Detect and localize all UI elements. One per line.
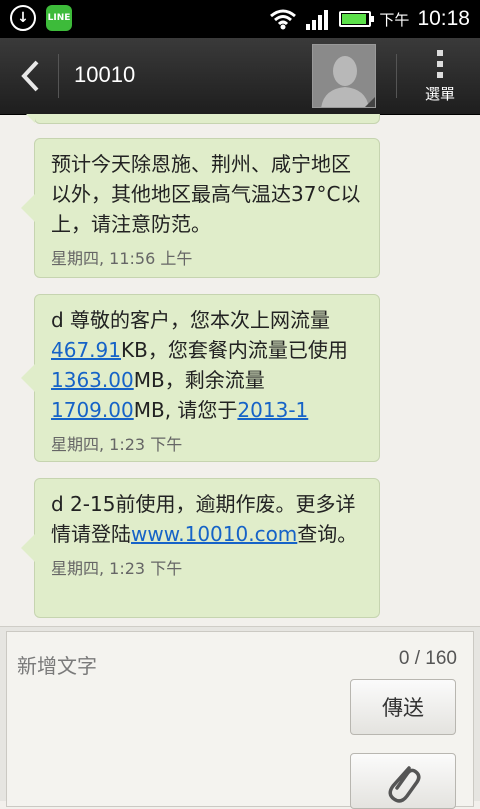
status-time: 10:18 (417, 7, 470, 30)
message-bubble[interactable]: d 2-15前使用，逾期作废。更多详情请登陆www.10010.com查询。 星… (21, 478, 380, 618)
conversation-header: 10010 選單 (0, 38, 480, 115)
menu-label: 選單 (424, 85, 455, 103)
message-bubble[interactable]: 预计今天除恩施、荆州、咸宁地区以外，其他地区最高气温达37°C以上，请注意防范。… (21, 138, 380, 278)
message-bubble[interactable]: d 尊敬的客户，您本次上网流量 467.91KB，您套餐内流量已使用 1363.00… (21, 294, 380, 462)
message-text: 预计今天除恩施、荆州、咸宁地区以外，其他地区最高气温达37°C以上，请注意防范。 (51, 149, 363, 239)
menu-button[interactable]: 選單 (410, 46, 470, 110)
header-divider (58, 54, 59, 98)
signal-icon (306, 10, 329, 30)
battery-fill (342, 14, 366, 24)
paperclip-icon (388, 766, 421, 803)
message-timestamp: 星期四, 11:56 上午 (51, 249, 193, 268)
line-app-label: LINE (47, 13, 71, 23)
status-bar: ↓ LINE 下午 10:18 (0, 0, 480, 38)
message-link[interactable]: 1363.00 (51, 368, 134, 392)
line-app-icon: LINE (46, 5, 72, 31)
message-text-segment: MB, 请您于 (133, 398, 238, 422)
message-bubble-partial (21, 114, 380, 124)
message-link[interactable]: 467.91 (51, 338, 121, 362)
compose-area: 新增文字 0 / 160 傳送 (0, 626, 480, 809)
overflow-menu-icon (410, 46, 470, 78)
message-link[interactable]: 2013-1 (237, 398, 308, 422)
character-counter: 0 / 160 (398, 648, 457, 669)
message-link[interactable]: 1709.00 (51, 398, 134, 422)
message-timestamp: 星期四, 1:23 下午 (51, 559, 183, 578)
message-text: d 尊敬的客户，您本次上网流量 467.91KB，您套餐内流量已使用 1363.00… (51, 305, 363, 425)
download-icon: ↓ (10, 5, 36, 31)
message-text-segment: 预计今天除恩施、荆州、咸宁地区以外，其他地区最高气温达37°C以上，请注意防范。 (51, 152, 361, 236)
message-list[interactable]: 预计今天除恩施、荆州、咸宁地区以外，其他地区最高气温达37°C以上，请注意防范。… (0, 114, 480, 626)
header-divider (396, 54, 397, 98)
message-input-placeholder: 新增文字 (17, 654, 97, 678)
message-text-segment: d 尊敬的客户，您本次上网流量 (51, 308, 331, 332)
send-button[interactable]: 傳送 (350, 679, 456, 735)
attach-button[interactable] (350, 753, 456, 809)
message-text-segment: KB，您套餐内流量已使用 (120, 338, 348, 362)
message-link[interactable]: www.10010.com (131, 522, 297, 546)
status-ampm: 下午 (379, 10, 410, 29)
message-text-segment: MB，剩余流量 (133, 368, 265, 392)
person-silhouette-icon (313, 45, 375, 107)
message-text-segment: 查询。 (297, 522, 358, 546)
message-text: d 2-15前使用，逾期作废。更多详情请登陆www.10010.com查询。 (51, 489, 363, 549)
conversation-title: 10010 (74, 62, 136, 87)
battery-icon (339, 11, 375, 27)
wifi-icon (270, 9, 297, 30)
message-timestamp: 星期四, 1:23 下午 (51, 435, 183, 454)
chevron-left-icon (21, 60, 39, 92)
back-button[interactable] (10, 54, 50, 98)
contact-avatar[interactable] (312, 44, 376, 108)
